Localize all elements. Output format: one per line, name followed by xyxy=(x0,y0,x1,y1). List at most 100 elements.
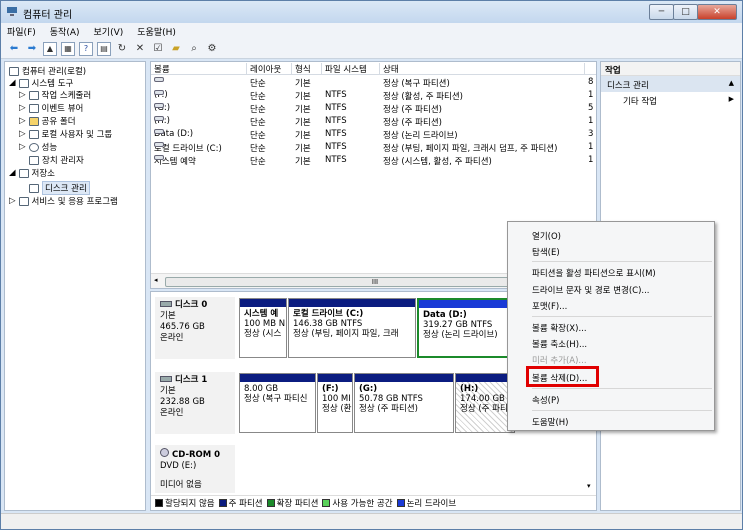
menu-item-shrink-volume[interactable]: 볼륨 축소(H)... xyxy=(532,338,587,350)
table-cell: 1 xyxy=(588,155,594,165)
partition-status: 정상 (논리 드라이브) xyxy=(423,330,498,340)
disk-1-info[interactable]: 디스크 1 기본 232.88 GB 온라인 xyxy=(155,372,235,434)
collapse-arrow-icon[interactable]: ▷ xyxy=(9,196,16,206)
toolbar: ⬅ ➡ ▲ ▦ ? ▤ ↻ ✕ ☑ ▰ ⌕ ⚙ xyxy=(1,39,742,59)
refresh-icon[interactable]: ↻ xyxy=(115,42,129,56)
disk-0-info[interactable]: 디스크 0 기본 465.76 GB 온라인 xyxy=(155,297,235,359)
collapse-arrow-icon[interactable]: ▷ xyxy=(19,103,26,113)
expand-arrow-icon[interactable]: ◢ xyxy=(9,78,16,88)
table-cell: NTFS xyxy=(325,129,347,139)
table-cell: 기본 xyxy=(295,131,311,141)
menu-item-change-drive-letter[interactable]: 드라이브 문자 및 경로 변경(C)... xyxy=(532,284,650,296)
table-cell: (G:) xyxy=(154,103,170,113)
up-folder-icon[interactable]: ▲ xyxy=(43,41,57,56)
title-bar: 컴퓨터 관리 ─ □ ✕ xyxy=(1,1,742,23)
column-header-type[interactable]: 형식 xyxy=(292,63,322,75)
menu-item-help[interactable]: 도움말(H) xyxy=(532,416,568,428)
table-row[interactable]: 단순 기본 정상 (복구 파티션) 8 xyxy=(151,77,596,89)
menu-item-extend-volume[interactable]: 볼륨 확장(X)... xyxy=(532,322,587,334)
table-row[interactable]: (F:) 단순 기본 NTFS 정상 (활성, 주 파티션) 1 xyxy=(151,90,596,102)
table-cell: 단순 xyxy=(250,131,266,141)
menu-separator xyxy=(532,388,712,389)
menu-help[interactable]: 도움말(H) xyxy=(137,25,176,38)
partition-h[interactable]: (H:)174.00 GB NTFS정상 (주 파티 xyxy=(455,373,515,433)
volume-list-header: 볼륨 레이아웃 형식 파일 시스템 상태 xyxy=(151,62,596,75)
tree-item-device-manager[interactable]: 장치 관리자 xyxy=(29,154,84,166)
partition-title: 시스템 예 xyxy=(244,309,279,319)
table-row[interactable]: Data (D:) 단순 기본 NTFS 정상 (논리 드라이브) 3 xyxy=(151,129,596,141)
delete-icon[interactable]: ✕ xyxy=(133,42,147,56)
table-row[interactable]: (H:) 단순 기본 NTFS 정상 (주 파티션) 1 xyxy=(151,116,596,128)
collapse-arrow-icon[interactable]: ▷ xyxy=(19,142,26,152)
partition-f[interactable]: (F:) 100 MI 정상 (환 xyxy=(317,373,353,433)
menu-file[interactable]: 파일(F) xyxy=(7,25,36,38)
table-row[interactable]: (G:) 단순 기본 NTFS 정상 (주 파티션) 5 xyxy=(151,103,596,115)
checklist-icon[interactable]: ☑ xyxy=(151,42,165,56)
tree-item-task-scheduler[interactable]: ▷ 작업 스케줄러 xyxy=(19,89,91,101)
table-row[interactable]: 로컬 드라이브 (C:) 단순 기본 NTFS 정상 (부팅, 페이지 파일, 크래시 … xyxy=(151,142,596,154)
show-tree-icon[interactable]: ▦ xyxy=(61,41,75,56)
table-cell: 로컬 드라이브 (C:) xyxy=(154,144,222,154)
menu-item-mark-active[interactable]: 파티션을 활성 파티션으로 표시(M) xyxy=(532,267,656,279)
menu-item-open[interactable]: 열기(O) xyxy=(532,230,561,242)
table-cell: NTFS xyxy=(325,90,347,100)
menu-view[interactable]: 보기(V) xyxy=(94,25,124,38)
properties-icon[interactable]: ▤ xyxy=(97,41,111,56)
collapse-arrow-icon[interactable]: ▷ xyxy=(19,129,26,139)
partition-system-reserved[interactable]: 시스템 예 100 MB N 정상 (시스 xyxy=(239,298,287,358)
open-folder-icon[interactable]: ▰ xyxy=(169,42,183,56)
tree-item-performance[interactable]: ▷ 성능 xyxy=(19,141,57,153)
column-header-volume[interactable]: 볼륨 xyxy=(151,63,247,75)
close-button[interactable]: ✕ xyxy=(697,4,737,20)
tree-item-local-users[interactable]: ▷ 로컬 사용자 및 그룹 xyxy=(19,128,112,140)
actions-more-actions[interactable]: 기타 작업 ▶ xyxy=(601,92,740,108)
tree-item-storage[interactable]: ◢ 저장소 xyxy=(9,167,55,179)
actions-section-disk-management[interactable]: 디스크 관리 ▲ xyxy=(601,76,740,92)
table-cell: 로컬 드라이브 (C:) xyxy=(154,142,222,154)
expand-arrow-icon[interactable]: ◢ xyxy=(9,168,16,178)
column-header-capacity[interactable] xyxy=(585,63,596,75)
cdrom-0-status: 미디어 없음 xyxy=(160,480,202,490)
table-cell: 정상 (활성, 주 파티션) xyxy=(383,92,464,102)
search-icon[interactable]: ⌕ xyxy=(187,42,201,56)
collapse-up-icon[interactable]: ▲ xyxy=(729,79,734,87)
column-header-status[interactable]: 상태 xyxy=(380,63,585,75)
tree-item-services-apps[interactable]: ▷ 서비스 및 응용 프로그램 xyxy=(9,195,118,207)
partition-recovery[interactable]: 8.00 GB 정상 (복구 파티신 xyxy=(239,373,316,433)
menu-item-properties[interactable]: 속성(P) xyxy=(532,394,559,406)
collapse-arrow-icon[interactable]: ▷ xyxy=(19,90,26,100)
disk-1-size: 232.88 GB xyxy=(160,397,205,407)
table-cell: 5 xyxy=(588,103,594,113)
volume-icon xyxy=(154,129,164,134)
forward-icon[interactable]: ➡ xyxy=(25,42,39,56)
help-icon[interactable]: ? xyxy=(79,41,93,56)
partition-d[interactable]: Data (D:) 319.27 GB NTFS 정상 (논리 드라이브) xyxy=(417,298,517,358)
table-row[interactable]: 시스템 예약 단순 기본 NTFS 정상 (시스템, 활성, 주 파티션) 1 xyxy=(151,155,596,167)
scroll-down-icon[interactable]: ▾ xyxy=(587,482,591,490)
menu-separator xyxy=(532,410,712,411)
maximize-button[interactable]: □ xyxy=(673,4,698,20)
back-icon[interactable]: ⬅ xyxy=(7,42,21,56)
partition-c[interactable]: 로컬 드라이브 (C:) 146.38 GB NTFS 정상 (부팅, 페이지 파일… xyxy=(288,298,416,358)
scroll-left-icon[interactable]: ◂ xyxy=(154,276,158,284)
partition-size: 174.00 GB NTFS xyxy=(460,394,514,404)
tree-item-system-tools[interactable]: ◢ 시스템 도구 xyxy=(9,77,73,89)
partition-g[interactable]: (G:) 50.78 GB NTFS 정상 (주 파티션) xyxy=(354,373,454,433)
table-cell: 정상 (논리 드라이브) xyxy=(383,131,458,141)
table-cell: 8 xyxy=(588,77,594,87)
tree-item-computer-management[interactable]: 컴퓨터 관리(로컬) xyxy=(9,65,86,77)
collapse-arrow-icon[interactable]: ▷ xyxy=(19,116,26,126)
tree-item-event-viewer[interactable]: ▷ 이벤트 뷰어 xyxy=(19,102,83,114)
tree-item-shared-folders[interactable]: ▷ 공유 폴더 xyxy=(19,115,76,127)
minimize-button[interactable]: ─ xyxy=(649,4,674,20)
table-cell: 1 xyxy=(588,142,594,152)
menu-item-explore[interactable]: 탐색(E) xyxy=(532,246,560,258)
column-header-layout[interactable]: 레이아웃 xyxy=(247,63,292,75)
tree-item-disk-management[interactable]: 디스크 관리 xyxy=(29,181,90,195)
menu-item-format[interactable]: 포맷(F)... xyxy=(532,300,567,312)
menu-action[interactable]: 동작(A) xyxy=(50,25,80,38)
services-icon xyxy=(18,196,29,206)
column-header-filesystem[interactable]: 파일 시스템 xyxy=(322,63,380,75)
settings-icon[interactable]: ⚙ xyxy=(205,42,219,56)
cdrom-0-info[interactable]: CD-ROM 0 DVD (E:) 미디어 없음 xyxy=(155,445,235,493)
